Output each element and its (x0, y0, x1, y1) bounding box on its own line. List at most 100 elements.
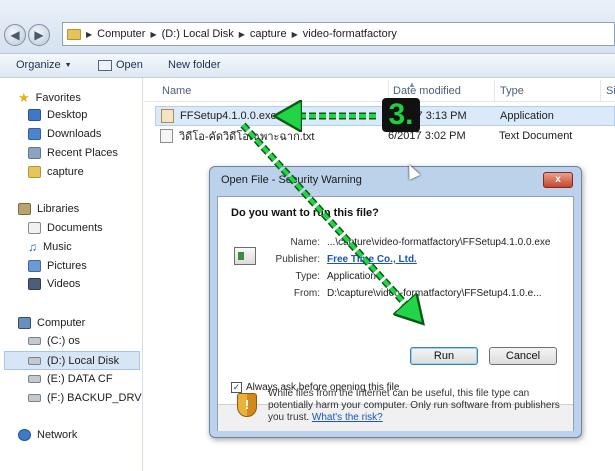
nav-drive-f[interactable]: (F:) BACKUP_DRV (28, 392, 142, 404)
nav-label: Desktop (47, 109, 88, 121)
pictures-icon (28, 260, 41, 272)
nav-label: Network (37, 429, 78, 441)
column-header: ▲ Name Date modified Type Si (144, 80, 615, 102)
computer-icon (18, 317, 31, 329)
nav-label: (C:) os (47, 335, 80, 347)
whats-the-risk-link[interactable]: What's the risk? (312, 412, 383, 423)
value-from: D:\capture\video-formatfactory\FFSetup4.… (327, 288, 542, 299)
documents-icon (28, 222, 41, 234)
nav-label: (D:) Local Disk (47, 354, 120, 367)
desktop-icon (28, 109, 41, 121)
downloads-icon (28, 128, 41, 140)
nav-label: (E:) DATA CF (47, 373, 113, 385)
breadcrumb[interactable]: ▶ Computer ▶ (D:) Local Disk ▶ capture ▶… (62, 22, 615, 46)
organize-button[interactable]: Organize ▼ (16, 59, 72, 71)
drive-icon (28, 375, 41, 383)
nav-label: Documents (47, 222, 103, 234)
close-button[interactable]: x (543, 172, 573, 188)
nav-network[interactable]: Network (18, 429, 77, 441)
text-file-icon (160, 129, 173, 143)
security-warning-dialog: Open File - Security Warning x Do you wa… (209, 166, 582, 438)
nav-videos[interactable]: Videos (28, 278, 80, 290)
step-badge: 3. (382, 98, 420, 132)
nav-label: Libraries (37, 203, 80, 215)
nav-computer[interactable]: Computer (18, 317, 85, 329)
nav-downloads[interactable]: Downloads (28, 128, 101, 140)
nav-libraries[interactable]: Libraries (18, 203, 79, 215)
nav-capture[interactable]: capture (28, 166, 84, 178)
folder-icon (28, 166, 41, 178)
recent-places-icon (28, 147, 41, 159)
publisher-link[interactable]: Free Time Co., Ltd. (327, 254, 417, 265)
col-date-modified[interactable]: Date modified (393, 85, 461, 97)
nav-documents[interactable]: Documents (28, 222, 103, 234)
nav-music[interactable]: ♫ Music (28, 241, 72, 253)
nav-desktop[interactable]: Desktop (28, 109, 87, 121)
chevron-right-icon: ▶ (150, 29, 157, 39)
file-name: วิดีโอ-คัดวิดีโอเฉพาะฉาก.txt (179, 131, 315, 143)
nav-drive-e[interactable]: (E:) DATA CF (28, 373, 113, 385)
nav-label: Music (43, 241, 72, 253)
crumb-video-formatfactory[interactable]: video-formatfactory (303, 28, 397, 40)
chevron-right-icon: ▶ (238, 29, 245, 39)
label-type: Type: (295, 271, 320, 282)
file-type: Application (500, 110, 554, 122)
nav-label: Pictures (47, 260, 87, 272)
run-button[interactable]: Run (410, 347, 478, 365)
value-type: Application (327, 271, 376, 282)
application-icon (234, 247, 256, 265)
file-type: Text Document (499, 130, 573, 142)
folder-icon (67, 28, 81, 40)
chevron-right-icon: ▶ (86, 29, 93, 39)
network-icon (18, 429, 31, 441)
always-ask-checkbox[interactable]: ✓ (231, 382, 242, 393)
arrow-right-icon: ▶ (34, 28, 44, 42)
label-name: Name: (290, 237, 320, 248)
drive-icon (28, 337, 41, 345)
nav-label: Downloads (47, 128, 102, 140)
label-publisher: Publisher: (275, 254, 320, 265)
col-size[interactable]: Si (606, 85, 615, 97)
nav-favorites[interactable]: ★ Favorites (18, 91, 81, 104)
open-button[interactable]: Open (98, 59, 143, 71)
chevron-down-icon: ▼ (64, 61, 72, 69)
forward-button[interactable]: ▶ (28, 24, 50, 46)
warning-text: While files from the Internet can be use… (268, 388, 568, 424)
crumb-computer[interactable]: Computer (97, 28, 145, 40)
nav-drive-d[interactable]: (D:) Local Disk (4, 351, 140, 370)
col-name[interactable]: Name (162, 85, 191, 97)
back-button[interactable]: ◀ (4, 24, 26, 46)
nav-recent-places[interactable]: Recent Places (28, 147, 118, 159)
nav-label: (F:) BACKUP_DRV (47, 392, 142, 404)
new-folder-button[interactable]: New folder (168, 59, 221, 71)
crumb-capture[interactable]: capture (250, 28, 287, 40)
value-name: ...\capture\video-formatfactory\FFSetup4… (327, 237, 551, 248)
file-name: FFSetup4.1.0.0.exe (180, 110, 277, 122)
col-divider[interactable] (494, 80, 495, 102)
libraries-icon (18, 203, 31, 215)
cancel-button[interactable]: Cancel (489, 347, 557, 365)
music-icon: ♫ (28, 240, 37, 254)
chevron-right-icon: ▶ (291, 29, 298, 39)
open-label: Open (116, 59, 143, 71)
dialog-heading: Do you want to run this file? (231, 207, 379, 219)
drive-icon (28, 394, 41, 402)
crumb-local-disk[interactable]: (D:) Local Disk (162, 28, 234, 40)
application-icon (161, 109, 174, 123)
nav-label: Videos (47, 278, 81, 290)
col-divider[interactable] (600, 80, 601, 102)
dialog-title: Open File - Security Warning (221, 174, 362, 186)
drive-icon (28, 356, 41, 365)
star-icon: ★ (18, 90, 30, 105)
organize-label: Organize (16, 59, 61, 71)
nav-label: capture (47, 166, 84, 178)
nav-pictures[interactable]: Pictures (28, 260, 87, 272)
new-folder-label: New folder (168, 59, 221, 71)
videos-icon (28, 278, 41, 290)
col-type[interactable]: Type (500, 85, 524, 97)
arrow-left-icon: ◀ (10, 28, 20, 42)
nav-drive-c[interactable]: (C:) os (28, 335, 80, 347)
nav-label: Computer (37, 317, 86, 329)
open-icon (98, 59, 112, 71)
command-bar: Organize ▼ Open New folder (0, 54, 615, 78)
